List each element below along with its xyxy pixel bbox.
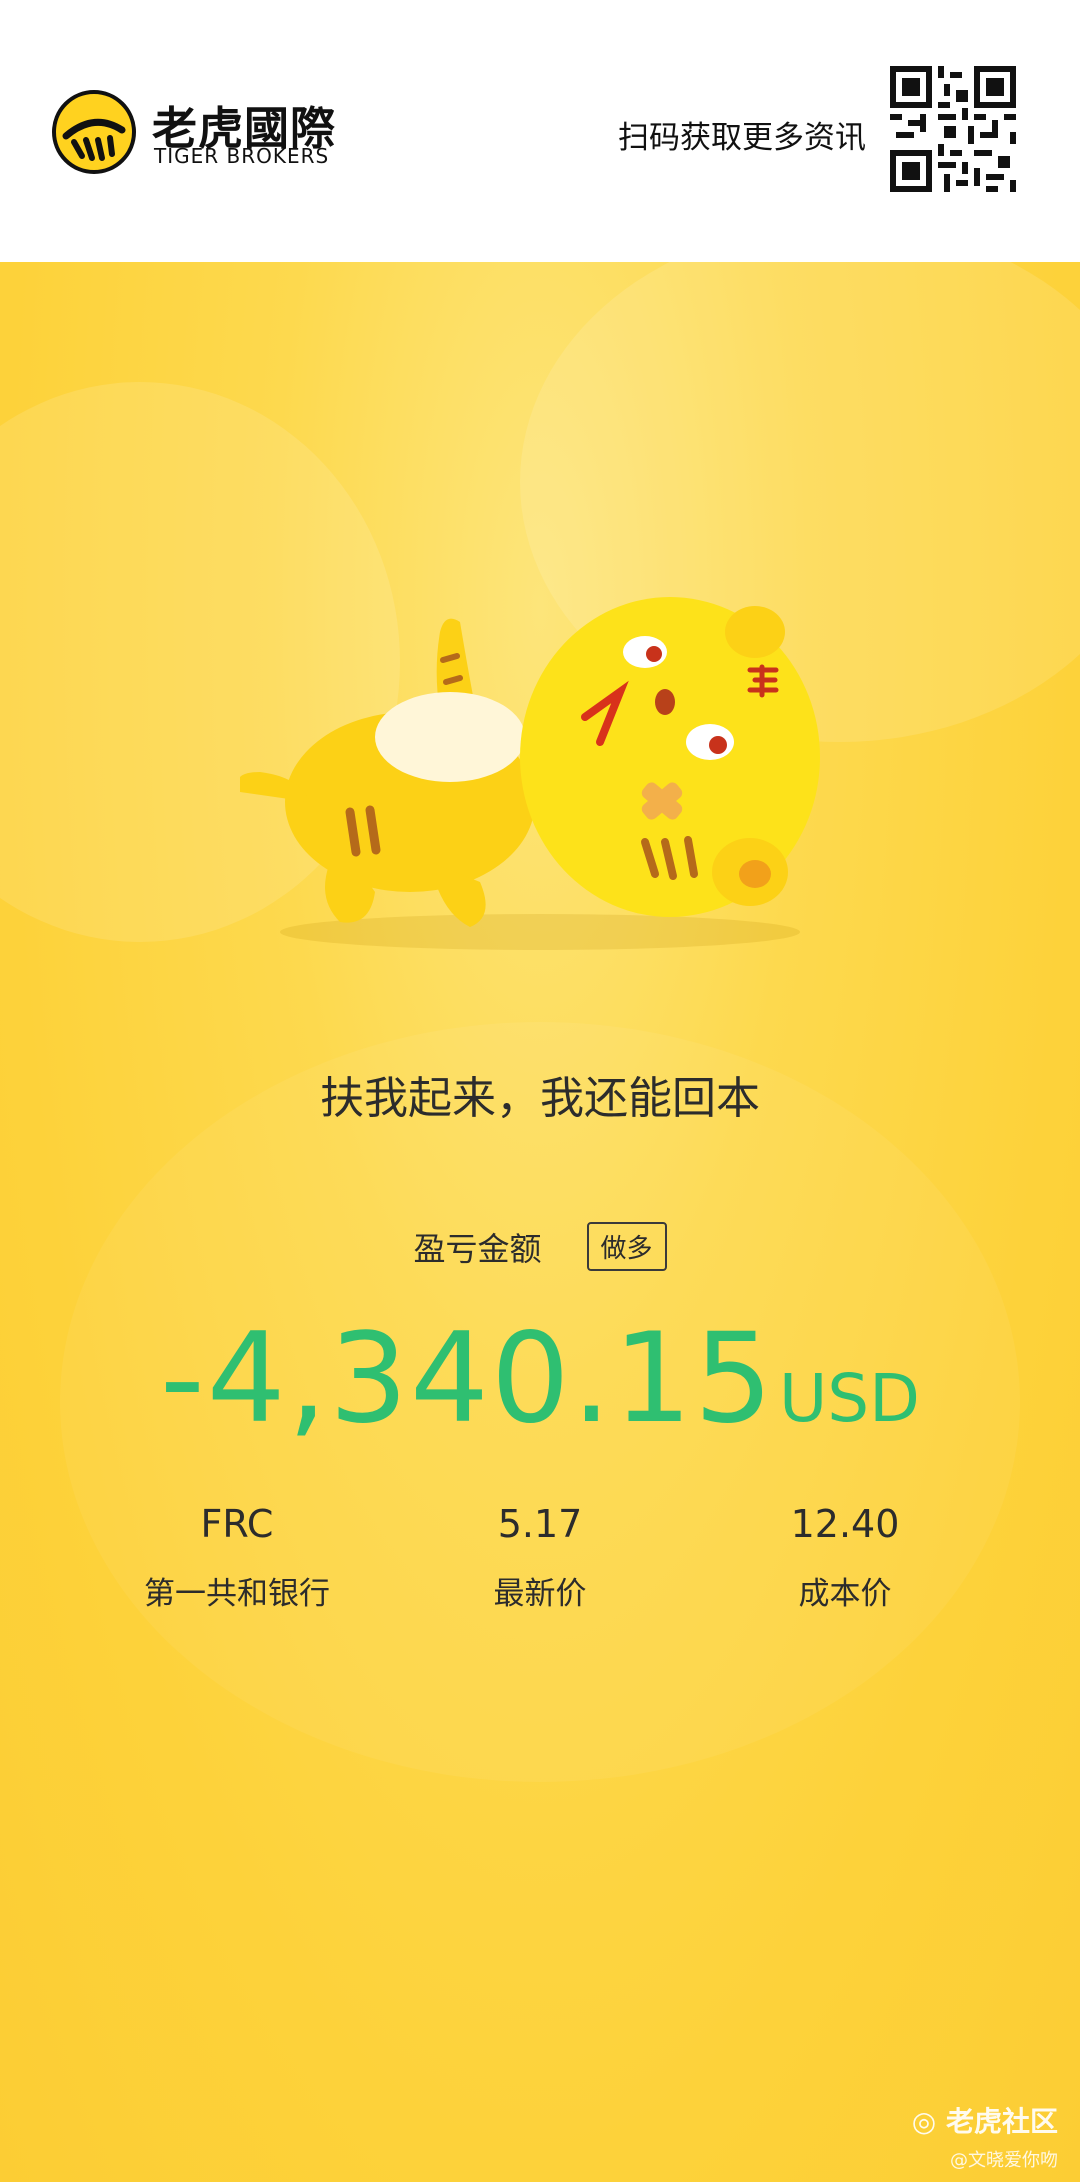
stat-cost-price: 12.40 成本价 [695, 1502, 995, 1613]
share-header: 老虎國際 TIGER BROKERS 扫码获取更多资讯 [0, 0, 1080, 262]
fallen-tiger-mascot [240, 597, 820, 950]
stock-symbol: FRC [200, 1502, 274, 1546]
brand-name-en: TIGER BROKERS [154, 144, 330, 168]
cost-price-label: 成本价 [798, 1576, 892, 1612]
scan-prompt: 扫码获取更多资讯 [618, 120, 866, 156]
watermark-title: ◎ 老虎社区 [912, 2100, 1058, 2140]
pnl-amount: -4,340.15USD [0, 1307, 1080, 1451]
pnl-poster: 扶我起来，我还能回本 盈亏金额 做多 -4,340.15USD FRC 第一共和… [0, 262, 1080, 2182]
pnl-amount-value: -4,340.15 [160, 1307, 775, 1451]
last-price-label: 最新价 [493, 1576, 587, 1612]
stat-symbol: FRC 第一共和银行 [87, 1502, 387, 1613]
pnl-label-row: 盈亏金额 做多 [0, 1222, 1080, 1271]
pnl-label: 盈亏金额 [413, 1229, 542, 1268]
qr-code-icon[interactable] [890, 66, 1016, 192]
community-watermark: ◎ 老虎社区 @文晓爱你吻 [912, 2100, 1058, 2172]
stat-last-price: 5.17 最新价 [390, 1502, 690, 1613]
stock-name: 第一共和银行 [144, 1576, 330, 1612]
community-logo-icon: ◎ [911, 2105, 946, 2138]
slogan-text: 扶我起来，我还能回本 [320, 1073, 760, 1124]
cost-price-value: 12.40 [790, 1502, 900, 1546]
pnl-amount-unit: USD [778, 1360, 920, 1437]
last-price-value: 5.17 [497, 1502, 583, 1546]
watermark-user: @文晓爱你吻 [950, 2150, 1058, 2171]
watermark-title-text: 老虎社区 [945, 2105, 1058, 2138]
position-badge: 做多 [586, 1222, 667, 1271]
tiger-logo-icon [52, 90, 136, 174]
